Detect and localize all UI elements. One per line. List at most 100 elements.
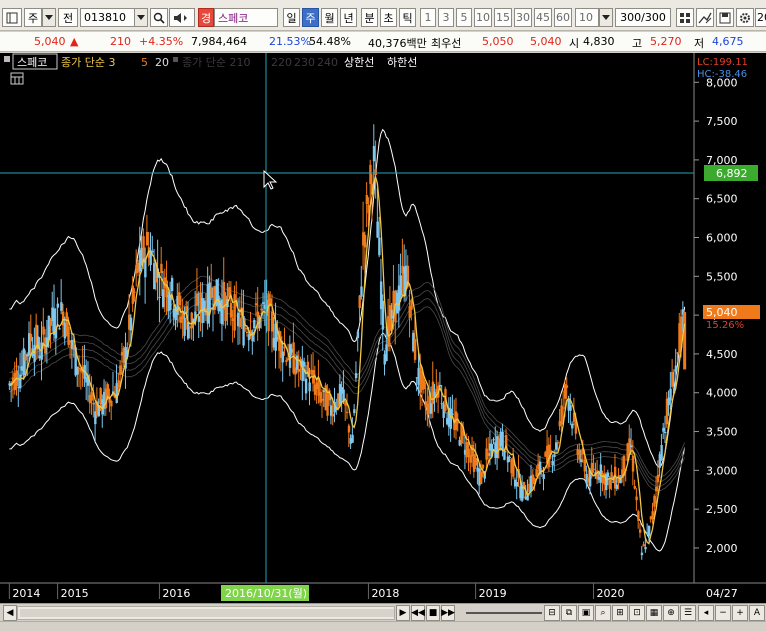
price-chart[interactable]: 스페코 종가 단순 3 5 20 종가 단순 210 220 230 240 상…: [0, 53, 766, 603]
legend-ma-220[interactable]: 220: [271, 56, 292, 69]
candle-body: [19, 374, 22, 389]
period-day-button[interactable]: 일: [283, 8, 300, 27]
play-icon[interactable]: ▶: [396, 605, 410, 621]
candle-body: [353, 409, 356, 414]
interval-30-button[interactable]: 30: [514, 8, 532, 27]
count-select[interactable]: 10: [575, 8, 599, 27]
candle-body: [515, 482, 519, 487]
stop-icon[interactable]: ■: [426, 605, 440, 621]
interval-45-button[interactable]: 45: [534, 8, 552, 27]
copy-icon[interactable]: ⧉: [561, 605, 577, 621]
fast-forward-icon[interactable]: ▶▶: [441, 605, 455, 621]
zoom-out-icon[interactable]: ⊟: [544, 605, 560, 621]
grid-icon[interactable]: [676, 8, 694, 27]
tick-button[interactable]: 틱: [399, 8, 416, 27]
period-month-button[interactable]: 월: [321, 8, 338, 27]
grid-icon[interactable]: ▦: [646, 605, 662, 621]
y-tick-label: 2,500: [706, 503, 738, 516]
search-icon[interactable]: ⌕: [595, 605, 611, 621]
gear-icon[interactable]: [736, 8, 754, 27]
legend-ma-230[interactable]: 230: [294, 56, 315, 69]
window-icon[interactable]: [2, 8, 22, 27]
interval-10-button[interactable]: 10: [474, 8, 492, 27]
horizontal-scrollbar[interactable]: [17, 606, 395, 620]
interval-15-button[interactable]: 15: [494, 8, 512, 27]
window-count[interactable]: 20: [755, 8, 766, 27]
candle-body: [365, 195, 369, 205]
legend-ma-20[interactable]: 20: [155, 56, 169, 69]
x-tick-label: 2018: [371, 587, 399, 600]
candle-body: [615, 484, 619, 489]
zoom-slider[interactable]: [466, 612, 542, 614]
calculator-icon[interactable]: [10, 72, 24, 85]
candle-body: [542, 474, 545, 480]
scrollbar-thumb[interactable]: [20, 609, 394, 617]
priority-label: 최우선: [431, 37, 462, 50]
interval-3-button[interactable]: 3: [438, 8, 454, 27]
chart-navigation-bar: ◀ ▶ ◀◀ ■ ▶▶ ⊟ ⧉ ▣ ⌕ ⊞ ⊡ ▦ ⊕ ☰ ◂ − + A: [0, 603, 766, 621]
interval-5-button[interactable]: 5: [456, 8, 472, 27]
candle-body: [642, 544, 645, 547]
minute-button[interactable]: 분: [361, 8, 378, 27]
candle-body: [178, 292, 181, 306]
legend-ma-5[interactable]: 5: [141, 56, 148, 69]
expand-icon[interactable]: ⊞: [612, 605, 628, 621]
current-price-label: 5,040: [706, 306, 738, 319]
candle-body: [551, 461, 554, 466]
x-tick-label: 2016: [162, 587, 190, 600]
legend-ma-240[interactable]: 240: [317, 56, 338, 69]
legend-limit-up[interactable]: 상한선: [344, 56, 374, 69]
stock-name-field[interactable]: 스페코: [214, 8, 278, 27]
candle-body: [553, 454, 556, 457]
candle-body: [22, 348, 26, 376]
minus-icon[interactable]: −: [715, 605, 731, 621]
chart-canvas[interactable]: 스페코 종가 단순 3 5 20 종가 단순 210 220 230 240 상…: [0, 53, 766, 603]
fit-icon[interactable]: ⊡: [629, 605, 645, 621]
candle-body: [351, 434, 354, 443]
candle-body: [565, 385, 569, 388]
period-type-select[interactable]: 주: [24, 8, 42, 27]
interval-60-button[interactable]: 60: [554, 8, 572, 27]
chart-list-icon[interactable]: ☰: [680, 605, 696, 621]
scroll-left-icon[interactable]: ◀: [3, 605, 17, 621]
second-button[interactable]: 초: [380, 8, 397, 27]
collapse-icon[interactable]: ◂: [698, 605, 714, 621]
interval-1-button[interactable]: 1: [420, 8, 436, 27]
candle-body: [479, 471, 483, 484]
candle-body: [49, 320, 52, 326]
stock-code-input[interactable]: 013810: [80, 8, 135, 27]
chevron-down-icon[interactable]: [42, 8, 56, 27]
chevron-down-icon[interactable]: [134, 8, 148, 27]
candle-body: [637, 511, 640, 521]
candle-body: [363, 235, 367, 248]
search-icon[interactable]: [150, 8, 168, 27]
legend-limit-down[interactable]: 하한선: [387, 55, 417, 69]
legend-ma-price[interactable]: 종가 단순 3: [61, 56, 115, 69]
chevron-down-icon[interactable]: [599, 8, 613, 27]
window-icon[interactable]: ▣: [578, 605, 594, 621]
rewind-icon[interactable]: ◀◀: [411, 605, 425, 621]
speaker-icon[interactable]: [169, 8, 195, 27]
candle-body: [270, 311, 274, 332]
candle-body: [635, 496, 638, 501]
period-year-button[interactable]: 년: [340, 8, 357, 27]
legend-ma-dim[interactable]: 종가 단순 210: [182, 56, 250, 69]
plus-icon[interactable]: +: [732, 605, 748, 621]
candle-body: [410, 300, 413, 310]
code-type-button[interactable]: 전: [58, 8, 78, 27]
text-size-icon[interactable]: A: [749, 605, 765, 621]
high-price: 5,270: [650, 35, 682, 48]
candle-body: [449, 408, 453, 429]
candle-body: [555, 442, 558, 450]
zoom-in-icon[interactable]: ⊕: [663, 605, 679, 621]
candle-body: [354, 373, 358, 379]
candle-body: [592, 468, 595, 470]
toolbar: 주 전 013810 경 스페코 일 주 월 년 분 초 틱 1 3 5 10 …: [0, 0, 766, 31]
y-tick-label: 3,000: [706, 464, 738, 477]
tool-icon[interactable]: [696, 8, 714, 27]
candle-body: [160, 263, 163, 274]
save-icon[interactable]: [716, 8, 734, 27]
candle-body: [492, 439, 495, 441]
period-week-button[interactable]: 주: [302, 8, 319, 27]
candle-body: [119, 365, 122, 375]
